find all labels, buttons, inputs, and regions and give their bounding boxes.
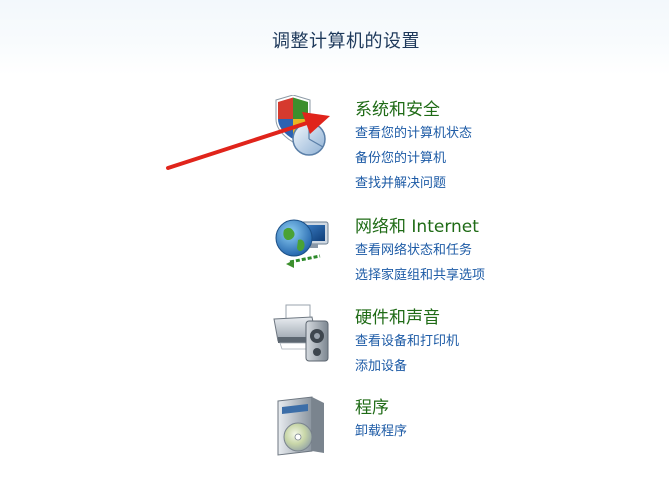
network-globe-icon[interactable]	[272, 212, 338, 278]
category-title-system-security[interactable]: 系统和安全	[355, 95, 440, 120]
category-title-hardware-sound[interactable]: 硬件和声音	[355, 303, 440, 328]
category-title-programs[interactable]: 程序	[355, 393, 389, 418]
category-network-internet: 网络和 Internet 查看网络状态和任务 选择家庭组和共享选项	[272, 212, 612, 287]
link-view-computer-status[interactable]: 查看您的计算机状态	[355, 121, 472, 146]
page-title: 调整计算机的设置	[272, 31, 420, 52]
category-programs: 程序 卸载程序	[272, 393, 612, 459]
category-links-programs: 卸载程序	[355, 419, 407, 444]
category-links-network-internet: 查看网络状态和任务 选择家庭组和共享选项	[355, 238, 485, 288]
printer-speaker-icon[interactable]	[272, 303, 338, 369]
link-view-devices-printers[interactable]: 查看设备和打印机	[355, 329, 459, 354]
category-title-network-internet[interactable]: 网络和 Internet	[355, 212, 479, 237]
link-view-network-status[interactable]: 查看网络状态和任务	[355, 238, 485, 263]
programs-disc-icon[interactable]	[272, 393, 338, 459]
red-arrow-annotation	[166, 112, 330, 170]
link-homegroup-sharing[interactable]: 选择家庭组和共享选项	[355, 263, 485, 288]
link-uninstall-program[interactable]: 卸载程序	[355, 419, 407, 444]
link-backup-computer[interactable]: 备份您的计算机	[355, 146, 472, 171]
category-hardware-sound: 硬件和声音 查看设备和打印机 添加设备	[272, 303, 612, 378]
category-links-hardware-sound: 查看设备和打印机 添加设备	[355, 329, 459, 379]
category-links-system-security: 查看您的计算机状态 备份您的计算机 查找并解决问题	[355, 121, 472, 196]
link-add-device[interactable]: 添加设备	[355, 354, 459, 379]
link-troubleshoot[interactable]: 查找并解决问题	[355, 171, 472, 196]
